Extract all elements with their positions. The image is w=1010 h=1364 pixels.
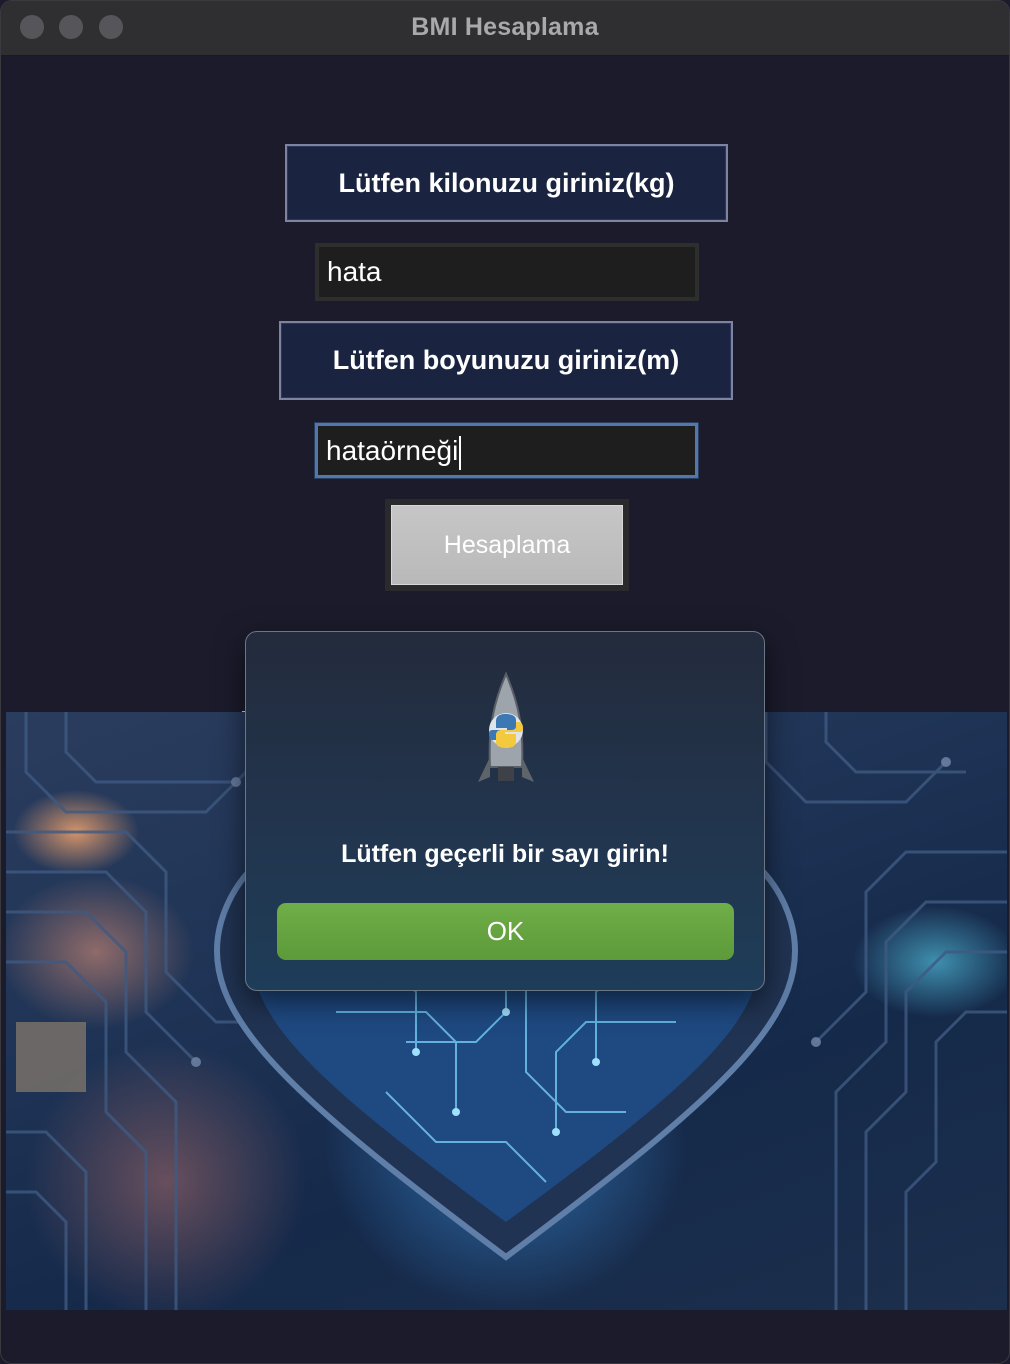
- weight-input[interactable]: hata: [315, 243, 699, 301]
- error-dialog: Lütfen geçerli bir sayı girin! OK: [245, 631, 765, 991]
- python-rocket-icon: [476, 671, 536, 797]
- chip-component: [16, 1022, 86, 1092]
- title-bar[interactable]: BMI Hesaplama: [1, 1, 1009, 56]
- app-window: BMI Hesaplama Lütfen kilonuzu giriniz(kg…: [0, 0, 1010, 1364]
- weight-input-value: hata: [327, 256, 382, 287]
- calculate-button-frame: Hesaplama: [385, 499, 629, 591]
- height-input-value: hataörneği: [326, 435, 459, 466]
- ok-button[interactable]: OK: [277, 903, 734, 960]
- dialog-message: Lütfen geçerli bir sayı girin!: [341, 840, 669, 868]
- weight-label: Lütfen kilonuzu giriniz(kg): [285, 144, 728, 222]
- height-label: Lütfen boyunuzu giriniz(m): [279, 321, 733, 400]
- text-caret: [459, 435, 462, 470]
- height-input[interactable]: hataörneği: [315, 423, 698, 478]
- calculate-button[interactable]: Hesaplama: [391, 505, 623, 585]
- window-title: BMI Hesaplama: [411, 13, 599, 41]
